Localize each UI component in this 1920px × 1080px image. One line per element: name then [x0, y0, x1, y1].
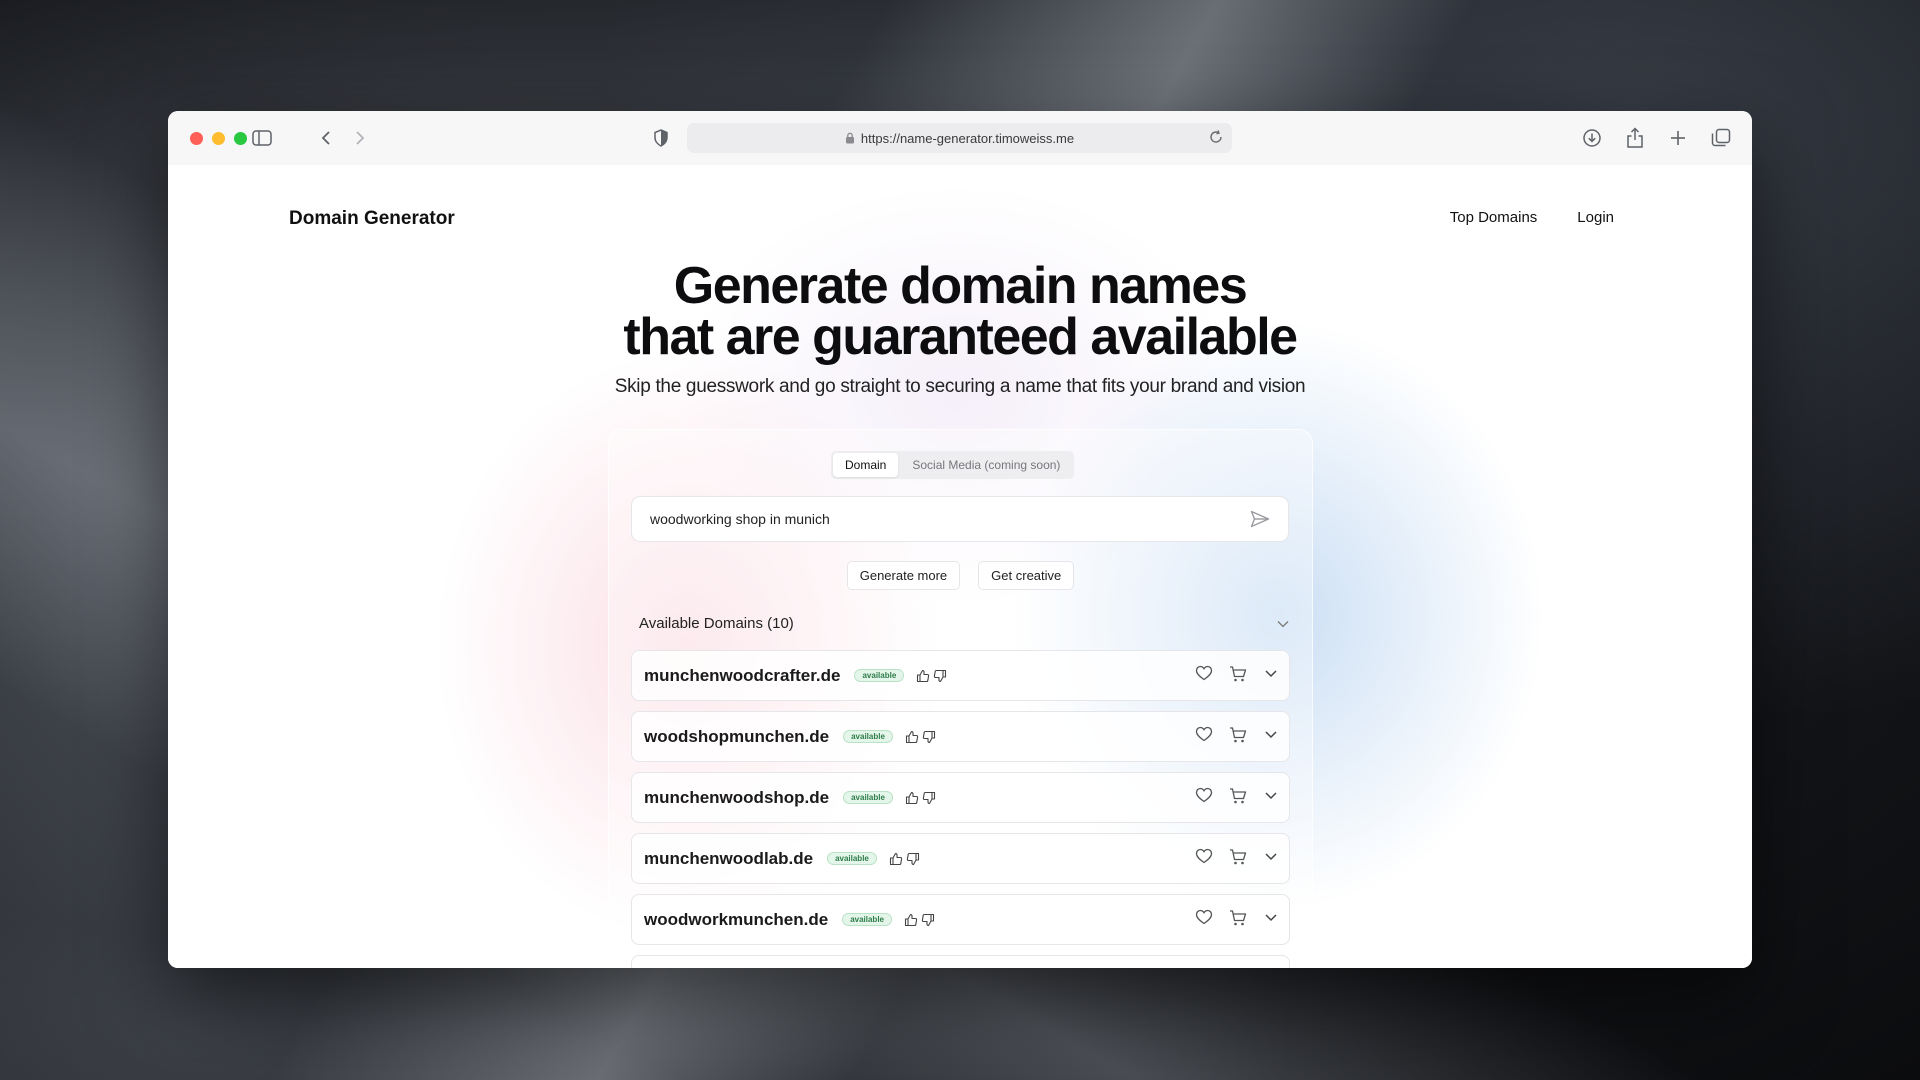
zoom-window-button[interactable] [234, 132, 247, 145]
chevron-down-icon[interactable] [1263, 909, 1279, 927]
mode-tabs: Domain Social Media (coming soon) [831, 451, 1075, 479]
close-window-button[interactable] [190, 132, 203, 145]
top-nav: Top Domains Login [1450, 209, 1614, 226]
web-page: Domain Generator Top Domains Login Gener… [168, 165, 1752, 968]
heart-icon[interactable] [1195, 665, 1213, 683]
domain-row[interactable]: woodshopmunchen.de available [631, 711, 1290, 762]
hero-title: Generate domain names that are guarantee… [168, 257, 1752, 366]
cart-icon[interactable] [1229, 848, 1247, 866]
row-actions [1195, 665, 1279, 683]
shield-icon[interactable] [649, 126, 673, 150]
status-badge: available [843, 791, 893, 804]
chevron-down-icon[interactable] [1263, 848, 1279, 866]
domain-name[interactable]: munchenwoodlab.de [644, 849, 813, 869]
cart-icon[interactable] [1229, 909, 1247, 927]
row-actions [1195, 909, 1279, 927]
vote-controls [916, 669, 947, 683]
send-icon[interactable] [1248, 507, 1272, 531]
hero-title-line-2: that are guaranteed available [623, 308, 1298, 366]
tabs-overview-icon[interactable] [1709, 126, 1733, 150]
minimize-window-button[interactable] [212, 132, 225, 145]
nav-top-domains[interactable]: Top Domains [1450, 209, 1538, 226]
thumbs-up-icon[interactable] [916, 669, 930, 683]
thumbs-up-icon[interactable] [889, 852, 903, 866]
available-domains-header[interactable]: Available Domains (10) [639, 615, 1289, 632]
site-brand[interactable]: Domain Generator [289, 208, 455, 230]
heart-icon[interactable] [1195, 848, 1213, 866]
generator-panel: Domain Social Media (coming soon) Genera… [608, 429, 1313, 968]
status-badge: available [854, 669, 905, 682]
hero-title-line-1: Generate domain names [673, 257, 1248, 315]
plus-icon[interactable] [1666, 126, 1690, 150]
share-icon[interactable] [1623, 126, 1647, 150]
cart-icon[interactable] [1229, 665, 1247, 683]
status-badge: available [843, 730, 893, 743]
status-badge: available [842, 913, 892, 926]
sidebar-icon[interactable] [250, 126, 274, 150]
browser-toolbar: https://name-generator.timoweiss.me [168, 111, 1752, 165]
row-actions [1195, 726, 1279, 744]
chevron-down-icon[interactable] [1263, 665, 1279, 683]
row-actions [1195, 848, 1279, 866]
search-box [631, 496, 1289, 542]
domain-name[interactable]: munchenwoodshop.de [644, 788, 829, 808]
chevron-left-icon[interactable] [314, 126, 338, 150]
tab-domain[interactable]: Domain [833, 453, 899, 477]
status-badge: available [827, 852, 877, 865]
cart-icon[interactable] [1229, 787, 1247, 805]
thumbs-down-icon[interactable] [933, 669, 947, 683]
tab-social-media[interactable]: Social Media (coming soon) [900, 453, 1072, 477]
heart-icon[interactable] [1195, 726, 1213, 744]
action-buttons: Generate more Get creative [609, 561, 1312, 590]
vote-controls [905, 791, 936, 805]
lock-icon [845, 132, 855, 144]
browser-window: https://name-generator.timoweiss.me Doma… [168, 111, 1752, 968]
vote-controls [904, 913, 935, 927]
row-actions [1195, 787, 1279, 805]
domain-row[interactable]: munchenwoodlab.de available [631, 833, 1290, 884]
domain-name[interactable]: munchenwoodcrafter.de [644, 666, 840, 686]
address-bar[interactable]: https://name-generator.timoweiss.me [687, 123, 1232, 153]
thumbs-down-icon[interactable] [921, 913, 935, 927]
chevron-down-icon[interactable] [1277, 615, 1289, 632]
url-text: https://name-generator.timoweiss.me [860, 130, 1075, 146]
thumbs-up-icon[interactable] [904, 913, 918, 927]
get-creative-button[interactable]: Get creative [978, 561, 1075, 590]
window-controls [190, 132, 247, 145]
heart-icon[interactable] [1195, 909, 1213, 927]
domain-row-partial[interactable] [631, 955, 1290, 968]
heart-icon[interactable] [1195, 787, 1213, 805]
vote-controls [889, 852, 920, 866]
hero-subtitle: Skip the guesswork and go straight to se… [614, 376, 1306, 397]
domain-name[interactable]: woodshopmunchen.de [644, 727, 829, 747]
domain-row[interactable]: woodworkmunchen.de available [631, 894, 1290, 945]
download-icon[interactable] [1580, 126, 1604, 150]
thumbs-down-icon[interactable] [922, 791, 936, 805]
chevron-right-icon[interactable] [348, 126, 372, 150]
chevron-down-icon[interactable] [1263, 726, 1279, 744]
available-domains-title: Available Domains (10) [639, 615, 794, 632]
domain-name[interactable]: woodworkmunchen.de [644, 910, 828, 930]
thumbs-up-icon[interactable] [905, 730, 919, 744]
thumbs-down-icon[interactable] [922, 730, 936, 744]
search-input[interactable] [648, 510, 1248, 528]
nav-login[interactable]: Login [1577, 209, 1614, 226]
cart-icon[interactable] [1229, 726, 1247, 744]
chevron-down-icon[interactable] [1263, 787, 1279, 805]
generate-more-button[interactable]: Generate more [846, 561, 961, 590]
domain-list: munchenwoodcrafter.de available woodshop… [631, 650, 1290, 968]
domain-row[interactable]: munchenwoodcrafter.de available [631, 650, 1290, 701]
reload-icon[interactable] [1208, 129, 1224, 148]
vote-controls [905, 730, 936, 744]
domain-row[interactable]: munchenwoodshop.de available [631, 772, 1290, 823]
thumbs-down-icon[interactable] [906, 852, 920, 866]
thumbs-up-icon[interactable] [905, 791, 919, 805]
